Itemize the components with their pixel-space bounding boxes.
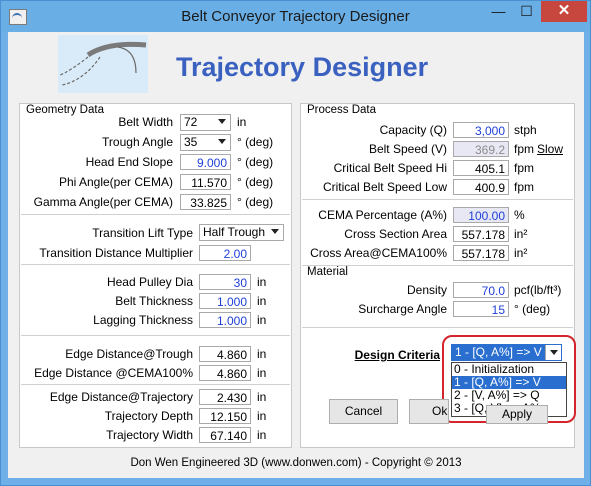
transition-multiplier-label: Transition Distance Multiplier: [39, 246, 193, 260]
belt-width-label: Belt Width: [118, 115, 173, 129]
trajectory-width-label: Trajectory Width: [106, 428, 193, 442]
trajectory-logo-image: [58, 35, 148, 93]
belt-thickness-input[interactable]: 1.000: [199, 293, 251, 309]
transition-lift-select[interactable]: Half Trough: [199, 224, 284, 241]
trough-angle-label: Trough Angle: [102, 135, 173, 149]
lagging-thickness-label: Lagging Thickness: [93, 313, 193, 327]
edge-trough-unit: in: [257, 347, 267, 361]
page-heading: Trajectory Designer: [176, 52, 429, 82]
trough-angle-select[interactable]: 35: [180, 134, 231, 151]
trajectory-depth-unit: in: [257, 409, 267, 423]
cema-percentage-label: CEMA Percentage (A%): [318, 208, 447, 222]
critical-speed-hi-field: 405.1: [453, 160, 509, 176]
cross-area-cema-unit: in²: [514, 246, 528, 260]
critical-speed-low-field: 400.9: [453, 179, 509, 195]
edge-trajectory-label: Edge Distance@Trajectory: [49, 390, 193, 404]
head-pulley-dia-unit: in: [257, 275, 267, 289]
cancel-button[interactable]: Cancel: [329, 399, 398, 424]
close-button[interactable]: ✕: [541, 1, 587, 22]
density-input[interactable]: 70.0: [453, 282, 509, 298]
client-area: Trajectory Designer Geometry Data Belt W…: [8, 32, 584, 478]
belt-width-unit: in: [237, 115, 247, 129]
trajectory-width-field: 67.140: [199, 427, 251, 443]
gamma-angle-label: Gamma Angle(per CEMA): [33, 195, 173, 209]
belt-speed-field: 369.2: [453, 141, 509, 157]
lagging-thickness-unit: in: [257, 313, 267, 327]
slow-link[interactable]: Slow: [537, 142, 563, 156]
lagging-thickness-input[interactable]: 1.000: [199, 312, 251, 328]
belt-thickness-unit: in: [257, 294, 267, 308]
head-end-slope-input[interactable]: 9.000: [180, 154, 231, 170]
density-label: Density: [406, 283, 447, 297]
edge-cema-field: 4.860: [199, 365, 251, 381]
trough-angle-unit: ° (deg): [237, 135, 274, 149]
design-criteria-label: Design Criteria: [354, 348, 440, 362]
process-title: Process Data: [307, 104, 377, 116]
minimize-button[interactable]: —: [485, 1, 512, 22]
trajectory-depth-field: 12.150: [199, 408, 251, 424]
critical-speed-low-label: Critical Belt Speed Low: [322, 180, 447, 194]
head-pulley-dia-label: Head Pulley Dia: [106, 275, 193, 289]
critical-speed-hi-label: Critical Belt Speed Hi: [333, 161, 447, 175]
divider: [21, 214, 290, 215]
apply-button[interactable]: Apply: [486, 405, 548, 424]
capacity-label: Capacity (Q): [379, 123, 447, 137]
belt-width-select[interactable]: 72: [180, 114, 231, 131]
phi-angle-field: 11.570: [180, 174, 231, 190]
surcharge-angle-unit: ° (deg): [514, 302, 551, 316]
belt-thickness-label: Belt Thickness: [115, 294, 193, 308]
trajectory-curve-icon: [59, 41, 147, 86]
trajectory-depth-label: Trajectory Depth: [104, 409, 193, 423]
trajectory-width-unit: in: [257, 428, 267, 442]
head-end-slope-label: Head End Slope: [85, 155, 173, 169]
surcharge-angle-input[interactable]: 15: [453, 301, 509, 317]
capacity-input[interactable]: 3,000: [453, 122, 509, 138]
cema-percentage-input[interactable]: 100.00: [453, 207, 509, 223]
divider: [302, 327, 573, 328]
gamma-angle-field: 33.825: [180, 194, 231, 210]
divider: [21, 264, 290, 265]
ok-button[interactable]: Ok: [409, 399, 449, 424]
material-title: Material: [307, 266, 348, 278]
edge-cema-label: Edge Distance @CEMA100%: [34, 366, 193, 380]
chevron-down-icon: [271, 229, 279, 234]
edge-trough-label: Edge Distance@Trough: [65, 347, 193, 361]
chevron-down-icon: [218, 139, 226, 144]
maximize-button[interactable]: ☐: [513, 1, 540, 22]
phi-angle-unit: ° (deg): [237, 175, 274, 189]
belt-speed-label: Belt Speed (V): [368, 142, 447, 156]
edge-trajectory-unit: in: [257, 390, 267, 404]
edge-trough-field: 4.860: [199, 346, 251, 362]
capacity-unit: stph: [514, 123, 537, 137]
head-pulley-dia-input[interactable]: 30: [199, 274, 251, 290]
head-end-slope-unit: ° (deg): [237, 155, 274, 169]
phi-angle-label: Phi Angle(per CEMA): [58, 175, 173, 189]
transition-multiplier-input[interactable]: 2.00: [199, 245, 251, 261]
footer-copyright: Don Wen Engineered 3D (www.donwen.com) -…: [130, 457, 462, 469]
title-bar: Belt Conveyor Trajectory Designer — ☐ ✕: [1, 1, 590, 32]
app-window: Belt Conveyor Trajectory Designer — ☐ ✕ …: [0, 0, 591, 486]
transition-lift-label: Transition Lift Type: [92, 226, 193, 240]
divider: [302, 199, 573, 200]
edge-trajectory-field: 2.430: [199, 389, 251, 405]
critical-speed-low-unit: fpm: [514, 180, 535, 194]
cross-section-area-field: 557.178: [453, 226, 509, 242]
cross-section-area-unit: in²: [514, 227, 528, 241]
density-unit: pcf(lb/ft³): [514, 283, 562, 297]
cross-area-cema-field: 557.178: [453, 245, 509, 261]
gamma-angle-unit: ° (deg): [237, 195, 274, 209]
critical-speed-hi-unit: fpm: [514, 161, 535, 175]
geometry-panel: Geometry Data Belt Width 72 in Trough An…: [19, 103, 292, 448]
belt-speed-unit: fpm: [514, 142, 535, 156]
cross-area-cema-label: Cross Area@CEMA100%: [310, 246, 447, 260]
cross-section-area-label: Cross Section Area: [344, 227, 447, 241]
cema-percentage-unit: %: [514, 208, 525, 222]
chevron-down-icon: [218, 119, 226, 124]
divider: [21, 384, 290, 385]
edge-cema-unit: in: [257, 366, 267, 380]
divider: [21, 335, 290, 336]
surcharge-angle-label: Surcharge Angle: [358, 302, 447, 316]
